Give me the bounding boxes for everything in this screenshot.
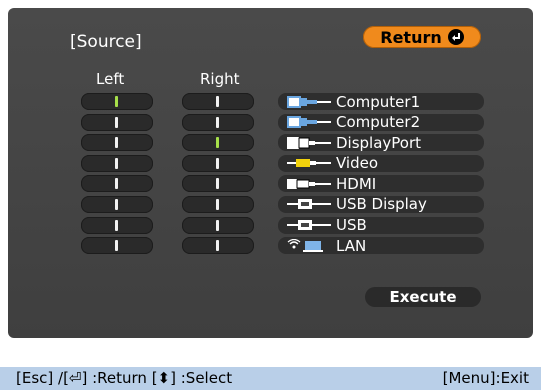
source-item[interactable]: USB bbox=[278, 216, 484, 235]
right-slot-indicator bbox=[216, 137, 219, 149]
return-label: Return bbox=[380, 27, 442, 47]
left-column-label: Left bbox=[96, 70, 125, 88]
source-item[interactable]: Computer1 bbox=[278, 92, 484, 111]
hdmi-cable-icon bbox=[286, 177, 332, 191]
left-column bbox=[81, 93, 153, 258]
enter-icon bbox=[447, 29, 464, 45]
left-slot[interactable] bbox=[81, 113, 153, 131]
left-slot-indicator bbox=[115, 137, 118, 149]
right-slot[interactable] bbox=[182, 175, 254, 193]
left-slot-indicator bbox=[115, 240, 118, 252]
source-item[interactable]: DisplayPort bbox=[278, 133, 484, 152]
right-slot[interactable] bbox=[182, 195, 254, 213]
left-slot[interactable] bbox=[81, 134, 153, 152]
source-label: Video bbox=[336, 154, 379, 173]
right-slot[interactable] bbox=[182, 134, 254, 152]
left-slot-indicator bbox=[115, 96, 118, 107]
source-list: Computer1 Computer2 DisplayPort Video HDMI US… bbox=[278, 93, 484, 258]
execute-button[interactable]: Execute bbox=[365, 287, 481, 307]
wireless-lan-icon bbox=[286, 238, 332, 253]
right-slot-indicator bbox=[216, 219, 219, 231]
source-label: USB bbox=[336, 216, 367, 235]
right-slot-indicator bbox=[216, 198, 219, 210]
source-item[interactable]: HDMI bbox=[278, 174, 484, 193]
source-label: LAN bbox=[336, 236, 367, 255]
left-slot-indicator bbox=[115, 198, 118, 210]
left-slot[interactable] bbox=[81, 154, 153, 172]
source-item[interactable]: Computer2 bbox=[278, 113, 484, 132]
source-item[interactable]: USB Display bbox=[278, 195, 484, 214]
footer-bar: [Esc] /[⏎] :Return [⬍] :Select [Menu]:Ex… bbox=[0, 367, 541, 390]
right-slot-indicator bbox=[216, 178, 219, 190]
right-slot-indicator bbox=[216, 116, 219, 128]
right-slot[interactable] bbox=[182, 113, 254, 131]
left-slot[interactable] bbox=[81, 93, 153, 110]
page-title: [Source] bbox=[70, 32, 142, 52]
source-label: Computer2 bbox=[336, 113, 421, 132]
source-item[interactable]: Video bbox=[278, 154, 484, 173]
source-label: Computer1 bbox=[336, 92, 421, 111]
right-slot-indicator bbox=[216, 96, 219, 107]
source-item[interactable]: LAN bbox=[278, 236, 484, 255]
return-button[interactable]: Return bbox=[363, 26, 481, 48]
footer-help-text: [Esc] /[⏎] :Return [⬍] :Select bbox=[16, 369, 233, 387]
right-column bbox=[182, 93, 254, 258]
left-slot-indicator bbox=[115, 178, 118, 190]
footer-exit-text: [Menu]:Exit bbox=[442, 369, 529, 387]
left-slot-indicator bbox=[115, 219, 118, 231]
usb-cable-icon bbox=[286, 197, 332, 211]
left-slot[interactable] bbox=[81, 195, 153, 213]
right-slot[interactable] bbox=[182, 93, 254, 110]
right-slot[interactable] bbox=[182, 237, 254, 255]
left-slot-indicator bbox=[115, 116, 118, 128]
displayport-cable-icon bbox=[286, 136, 332, 150]
left-slot[interactable] bbox=[81, 216, 153, 234]
right-slot-indicator bbox=[216, 240, 219, 252]
vga-cable-icon bbox=[286, 95, 332, 109]
usb-cable-icon bbox=[286, 218, 332, 232]
left-slot[interactable] bbox=[81, 175, 153, 193]
source-label: HDMI bbox=[336, 174, 377, 193]
right-slot-indicator bbox=[216, 157, 219, 169]
left-slot[interactable] bbox=[81, 237, 153, 255]
left-slot-indicator bbox=[115, 157, 118, 169]
right-column-label: Right bbox=[200, 70, 240, 88]
source-label: DisplayPort bbox=[336, 133, 422, 152]
right-slot[interactable] bbox=[182, 216, 254, 234]
vga-cable-icon bbox=[286, 115, 332, 129]
composite-video-cable-icon bbox=[286, 156, 332, 170]
source-label: USB Display bbox=[336, 195, 427, 214]
right-slot[interactable] bbox=[182, 154, 254, 172]
